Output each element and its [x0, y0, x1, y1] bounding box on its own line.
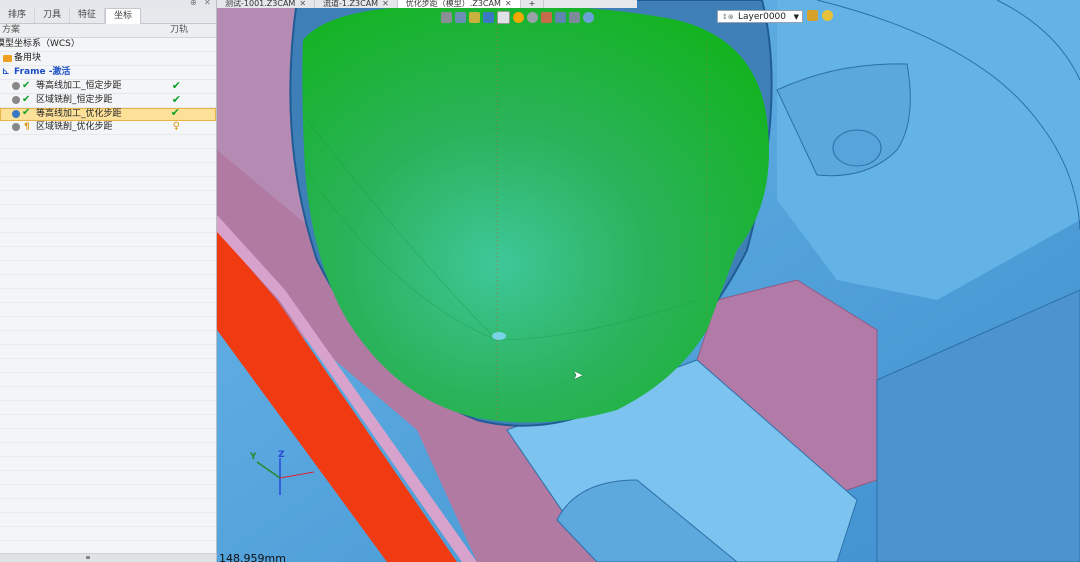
layer-manager-icon[interactable]	[807, 10, 818, 21]
check-icon: ✔	[22, 80, 31, 91]
key-icon: ¶	[24, 122, 30, 132]
frame-label: Frame -激活	[14, 67, 71, 77]
sphere-icon[interactable]	[527, 11, 538, 23]
operation-label: 等高线加工_恒定步距	[36, 81, 122, 91]
check-icon: ✔	[22, 107, 31, 118]
tab-features[interactable]: 特征	[70, 8, 106, 23]
layer-value: Layer0000	[738, 12, 786, 22]
panel-titlebar: ⊕ ✕	[0, 0, 216, 8]
scrollbar-thumb[interactable]	[86, 556, 90, 559]
tree-item-operation[interactable]: ✔ 区域铣削_恒定步距 ✔	[0, 93, 216, 108]
tree-item-spare-block[interactable]: 备用块	[0, 52, 216, 66]
operation-label: 区域铣削_恒定步距	[36, 95, 113, 105]
tree-item-operation[interactable]: ¶ 区域铣削_优化步距 ♀	[0, 121, 216, 135]
toolpath-pending-icon: ♀	[172, 121, 180, 132]
tab-tools[interactable]: 刀具	[35, 8, 71, 23]
toolpath-ok-icon: ✔	[170, 106, 180, 119]
doc-tab-label: 流道-1.Z3CAM	[323, 0, 379, 8]
close-tab-icon[interactable]: ✕	[505, 0, 512, 8]
toolpath-ok-icon: ✔	[171, 93, 181, 106]
pencil-icon[interactable]	[469, 11, 480, 23]
box-view-icon[interactable]	[455, 11, 466, 23]
horizontal-scrollbar[interactable]	[0, 553, 216, 562]
check-icon: ✔	[22, 94, 31, 105]
tree-item-wcs[interactable]: 模型坐标系（WCS）	[0, 38, 216, 52]
folder-icon	[3, 55, 12, 62]
close-tab-icon[interactable]: ✕	[382, 0, 389, 8]
tree-item-frame[interactable]: ⊾ Frame -激活	[0, 66, 216, 80]
measurement-readout: 148.959mm	[219, 552, 286, 562]
3d-viewport[interactable]: 测试-1001.Z3CAM ✕ 流道-1.Z3CAM ✕ 优化步距（模型）.Z3CA…	[217, 0, 1080, 562]
operation-label: 区域铣削_优化步距	[36, 122, 113, 132]
operation-gear-icon	[12, 110, 20, 118]
operation-gear-icon	[12, 96, 20, 104]
z-axis-label: Z	[278, 450, 285, 460]
wcs-label: 模型坐标系（WCS）	[0, 39, 80, 49]
light-icon[interactable]	[513, 11, 524, 23]
page-icon[interactable]	[497, 10, 510, 24]
tab-sort[interactable]: 排序	[0, 8, 36, 23]
eye-icon[interactable]	[583, 11, 594, 23]
tree-item-operation-selected[interactable]: ✔ 等高线加工_优化步距 ✔	[0, 106, 216, 121]
pin-icon[interactable]: ⊕	[190, 0, 197, 7]
close-panel-icon[interactable]: ✕	[204, 0, 211, 7]
model-render	[217, 0, 1080, 562]
bulb-icon[interactable]	[822, 10, 833, 21]
doc-tab[interactable]: 测试-1001.Z3CAM ✕	[217, 0, 316, 8]
doc-tab-label: 优化步距（模型）.Z3CAM	[405, 0, 501, 8]
layer-icon: ↕⊗	[722, 13, 734, 21]
operation-gear-icon	[12, 123, 20, 131]
close-tab-icon[interactable]: ✕	[299, 0, 306, 8]
frame-axis-icon: ⊾	[2, 67, 10, 77]
spare-block-label: 备用块	[14, 53, 42, 63]
toolpath-center-point	[492, 332, 506, 340]
operation-label: 等高线加工_优化步距	[36, 109, 122, 119]
section-icon[interactable]	[541, 11, 552, 23]
panel-tabs: 排序 刀具 特征 坐标	[0, 8, 216, 24]
layer-dropdown[interactable]: ↕⊗ Layer0000 ▼	[717, 10, 803, 23]
toolpath-ok-icon: ✔	[171, 79, 181, 92]
chevron-down-icon: ▼	[793, 13, 799, 21]
select-icon[interactable]	[441, 11, 452, 23]
y-axis-label: Y	[250, 452, 257, 462]
tree-empty-area	[0, 135, 216, 555]
cube-icon[interactable]	[483, 11, 494, 23]
tree-item-operation[interactable]: ✔ 等高线加工_恒定步距 ✔	[0, 79, 216, 94]
operation-manager-panel: ⊕ ✕ 排序 刀具 特征 坐标 方案 刀轨 模型坐标系（WCS） 备用块 ⊾ F…	[0, 0, 217, 562]
doc-tab-active[interactable]: 优化步距（模型）.Z3CAM ✕	[397, 0, 521, 8]
slot-end	[832, 129, 882, 167]
document-tabs: 测试-1001.Z3CAM ✕ 流道-1.Z3CAM ✕ 优化步距（模型）.Z3CA…	[217, 0, 637, 8]
doc-tab[interactable]: 流道-1.Z3CAM ✕	[315, 0, 398, 8]
tab-coordinates[interactable]: 坐标	[105, 8, 142, 24]
mouse-cursor-icon: ➤	[573, 368, 584, 382]
view-toolbar	[441, 9, 594, 25]
monitor-icon[interactable]	[569, 11, 580, 23]
column-name-header[interactable]: 方案	[2, 24, 20, 37]
column-toolpath-header[interactable]: 刀轨	[170, 24, 212, 37]
new-tab-button[interactable]: +	[521, 0, 545, 8]
doc-tab-label: 测试-1001.Z3CAM	[225, 0, 296, 8]
operation-gear-icon	[12, 82, 20, 90]
tree-column-header: 方案 刀轨	[0, 24, 216, 38]
display-mode-icon[interactable]	[555, 11, 566, 23]
